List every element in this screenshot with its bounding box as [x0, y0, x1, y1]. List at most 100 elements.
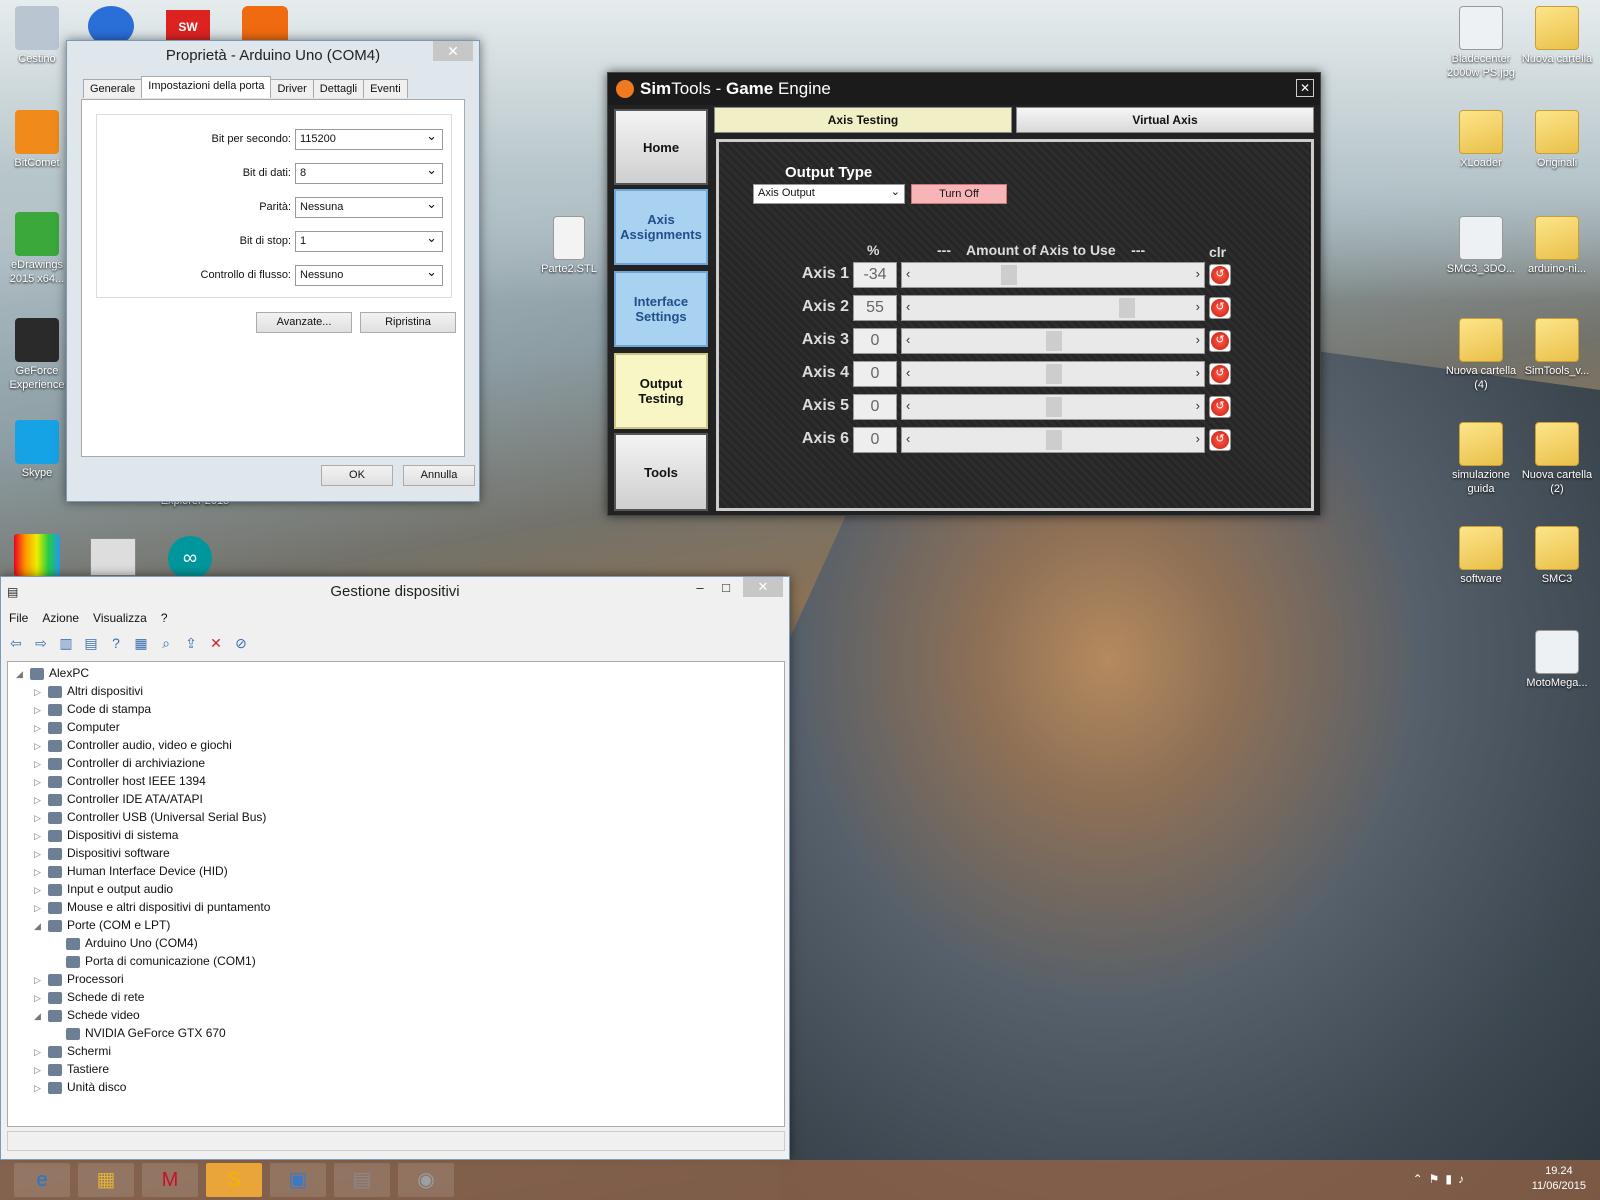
axis-value-input[interactable]: -34	[853, 262, 897, 288]
flow-control-select[interactable]: Nessuno	[295, 264, 443, 286]
slider-left-arrow-icon[interactable]: ‹	[906, 398, 910, 413]
advanced-button[interactable]: Avanzate...	[256, 312, 352, 333]
menu-azione[interactable]: Azione	[42, 611, 79, 625]
stop-bits-select[interactable]: 1	[295, 230, 443, 252]
nav-axis-assignments[interactable]: Axis Assignments	[614, 189, 708, 265]
slider-right-arrow-icon[interactable]: ›	[1196, 299, 1200, 314]
device-category[interactable]: ▷ Mouse e altri dispositivi di puntamento	[34, 898, 270, 916]
axis-slider[interactable]: ‹ ›	[901, 295, 1205, 321]
device-category[interactable]: ▷ Computer	[34, 718, 120, 736]
desktop-icon[interactable]: XLoader	[1444, 110, 1518, 170]
desktop-icon[interactable]: Nuova cartella (2)	[1520, 422, 1594, 496]
desktop-icon[interactable]: Skype	[0, 420, 74, 480]
output-type-select[interactable]: Axis Output ⌄	[753, 184, 905, 204]
slider-left-arrow-icon[interactable]: ‹	[906, 332, 910, 347]
expand-arrow-icon[interactable]: ▷	[34, 791, 48, 809]
device-category[interactable]: ▷ Schermi	[34, 1042, 111, 1060]
mcafee-icon[interactable]: M	[142, 1163, 198, 1197]
nav-interface-settings[interactable]: Interface Settings	[614, 271, 708, 347]
maximize-icon[interactable]: □	[713, 577, 739, 599]
menu-visualizza[interactable]: Visualizza	[93, 611, 147, 625]
volume-icon[interactable]: ♪	[1458, 1172, 1470, 1186]
expand-arrow-icon[interactable]: ▷	[34, 701, 48, 719]
uninstall-icon[interactable]: ✕	[207, 635, 225, 653]
clear-axis-button[interactable]: ↺	[1209, 363, 1231, 385]
help-icon[interactable]: ?	[107, 635, 125, 653]
slider-thumb[interactable]	[1118, 298, 1135, 318]
desktop-icon[interactable]: Bladecenter 2000w PS.jpg	[1444, 6, 1518, 80]
desktop-icon[interactable]: GeForce Experience	[0, 318, 74, 392]
desktop-icon[interactable]: Cestino	[0, 6, 74, 66]
data-bits-select[interactable]: 8	[295, 162, 443, 184]
slider-right-arrow-icon[interactable]: ›	[1196, 332, 1200, 347]
axis-value-input[interactable]: 0	[853, 394, 897, 420]
expand-arrow-icon[interactable]: ▷	[34, 881, 48, 899]
axis-slider[interactable]: ‹ ›	[901, 328, 1205, 354]
view-icon[interactable]: ▦	[132, 635, 150, 653]
device-category[interactable]: ▷ Controller host IEEE 1394	[34, 772, 206, 790]
desktop-icon[interactable]: arduino-ni...	[1520, 216, 1594, 276]
internet-explorer-icon[interactable]: e	[14, 1163, 70, 1197]
network-icon[interactable]: ▮	[1445, 1172, 1458, 1186]
device-category[interactable]: ▷ Schede di rete	[34, 988, 144, 1006]
nav-tools[interactable]: Tools	[614, 433, 708, 511]
desktop-icon[interactable]: eDrawings 2015 x64...	[0, 212, 74, 286]
slider-thumb[interactable]	[1046, 364, 1062, 384]
device-category[interactable]: ◢ Porte (COM e LPT)	[34, 916, 170, 934]
chevron-up-icon[interactable]: ⌃	[1413, 1172, 1429, 1186]
axis-value-input[interactable]: 0	[853, 328, 897, 354]
baud-rate-select[interactable]: 115200	[295, 128, 443, 150]
nav-output-testing[interactable]: Output Testing	[614, 353, 708, 429]
update-driver-icon[interactable]: ⇪	[182, 635, 200, 653]
slider-thumb[interactable]	[1046, 397, 1062, 417]
slider-right-arrow-icon[interactable]: ›	[1196, 266, 1200, 281]
expand-arrow-icon[interactable]: ◢	[34, 1007, 48, 1025]
slider-thumb[interactable]	[1046, 331, 1062, 351]
expand-arrow-icon[interactable]: ▷	[34, 899, 48, 917]
slider-left-arrow-icon[interactable]: ‹	[906, 266, 910, 281]
close-icon[interactable]: ✕	[1296, 79, 1314, 97]
parity-select[interactable]: Nessuna	[295, 196, 443, 218]
axis-slider[interactable]: ‹ ›	[901, 427, 1205, 453]
device-category[interactable]: ▷ Controller IDE ATA/ATAPI	[34, 790, 203, 808]
expand-arrow-icon[interactable]: ▷	[34, 1061, 48, 1079]
device-category[interactable]: ▷ Human Interface Device (HID)	[34, 862, 228, 880]
expand-arrow-icon[interactable]: ▷	[34, 737, 48, 755]
control-panel-icon[interactable]: ▣	[270, 1163, 326, 1197]
expand-arrow-icon[interactable]: ▷	[34, 1043, 48, 1061]
device-category[interactable]: ▷ Code di stampa	[34, 700, 151, 718]
desktop-icon[interactable]: Originali	[1520, 110, 1594, 170]
device-category[interactable]: ▷ Processori	[34, 970, 124, 988]
expand-arrow-icon[interactable]: ▷	[34, 773, 48, 791]
minimize-icon[interactable]: –	[687, 577, 713, 599]
show-hide-tree-icon[interactable]: ▥	[57, 635, 75, 653]
desktop-icon[interactable]: SMC3	[1520, 526, 1594, 586]
desktop-icon[interactable]: simulazione guida	[1444, 422, 1518, 496]
expand-arrow-icon[interactable]: ▷	[34, 683, 48, 701]
desktop-icon[interactable]: Nuova cartella (4)	[1444, 318, 1518, 392]
clear-axis-button[interactable]: ↺	[1209, 264, 1231, 286]
expand-arrow-icon[interactable]: ▷	[34, 989, 48, 1007]
clear-axis-button[interactable]: ↺	[1209, 396, 1231, 418]
clear-axis-button[interactable]: ↺	[1209, 429, 1231, 451]
slider-right-arrow-icon[interactable]: ›	[1196, 431, 1200, 446]
device-category[interactable]: ▷ Input e output audio	[34, 880, 173, 898]
close-icon[interactable]: ✕	[433, 41, 473, 61]
scan-hardware-icon[interactable]: ⌕	[157, 635, 175, 653]
forward-icon[interactable]: ⇨	[32, 635, 50, 653]
cancel-button[interactable]: Annulla	[403, 465, 475, 486]
expand-arrow-icon[interactable]: ▷	[34, 971, 48, 989]
expand-arrow-icon[interactable]: ▷	[34, 1079, 48, 1097]
clear-axis-button[interactable]: ↺	[1209, 330, 1231, 352]
slider-left-arrow-icon[interactable]: ‹	[906, 365, 910, 380]
tab-impostazioni-porta[interactable]: Impostazioni della porta	[141, 76, 272, 98]
device-category[interactable]: ▷ Controller USB (Universal Serial Bus)	[34, 808, 266, 826]
expand-arrow-icon[interactable]: ▷	[34, 809, 48, 827]
desktop-icon[interactable]: SimTools_v...	[1520, 318, 1594, 378]
expand-arrow-icon[interactable]: ◢	[16, 665, 30, 683]
expand-arrow-icon[interactable]: ▷	[34, 863, 48, 881]
desktop-icon[interactable]: software	[1444, 526, 1518, 586]
device-item[interactable]: Porta di comunicazione (COM1)	[52, 952, 256, 970]
expand-arrow-icon[interactable]: ▷	[34, 755, 48, 773]
app-shortcut-icon[interactable]	[14, 534, 60, 576]
